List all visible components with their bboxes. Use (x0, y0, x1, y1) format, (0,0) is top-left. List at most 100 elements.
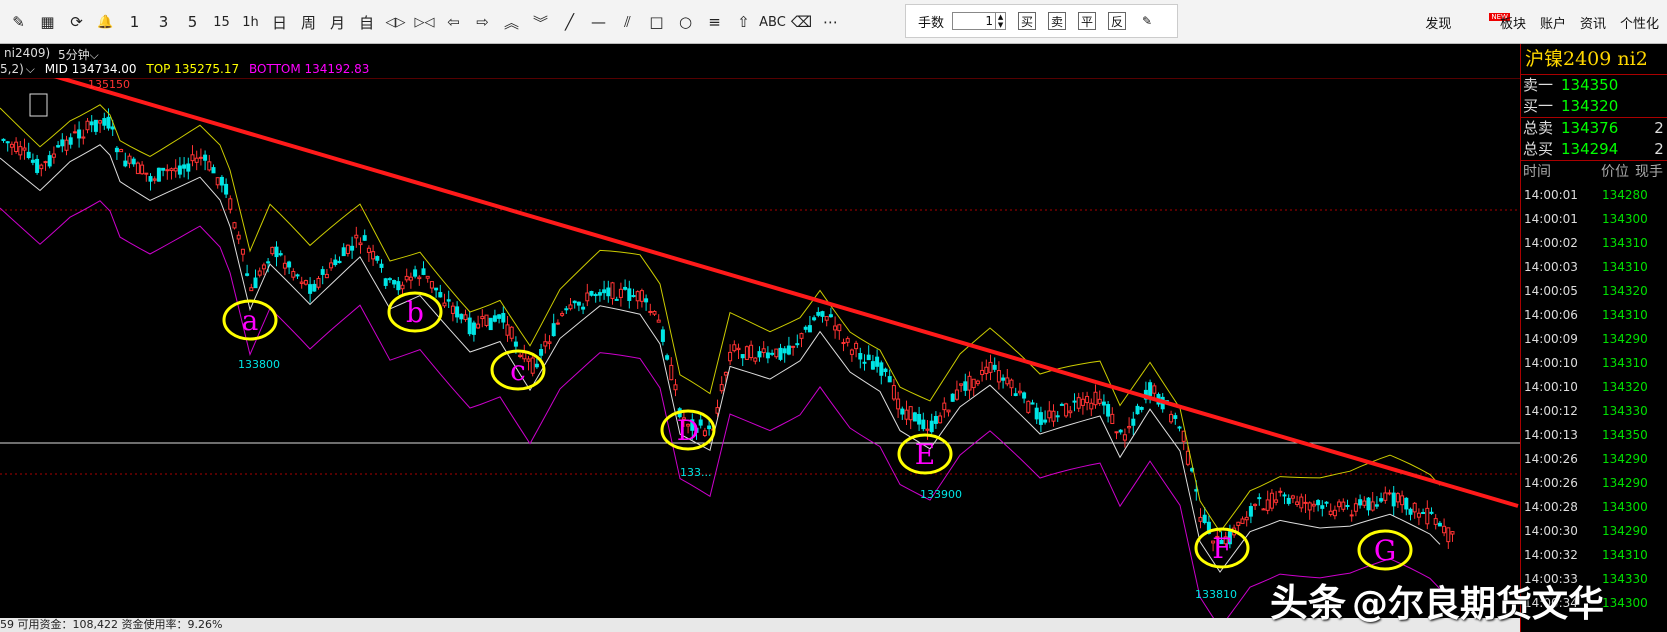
candle-body (1118, 429, 1123, 433)
candle-body (429, 281, 434, 289)
bell-icon[interactable]: 🔔 (91, 8, 120, 36)
period-week[interactable]: 周 (294, 8, 323, 36)
period-3[interactable]: 3 (149, 8, 178, 36)
candle-body (560, 313, 565, 316)
candle-body (182, 164, 187, 169)
tick-time: 14:00:28 (1524, 500, 1578, 514)
eraser-icon[interactable]: ⌫ (787, 8, 816, 36)
ellipse-tool-icon[interactable]: ○ (671, 8, 700, 36)
candle-body (257, 270, 262, 276)
candle-body (425, 275, 430, 279)
candle-body (1240, 518, 1245, 524)
candle-body (102, 118, 107, 126)
high-price-label: 135150 (88, 78, 130, 91)
candle-body (942, 402, 947, 411)
draw-tool-icon[interactable]: ✎ (4, 8, 33, 36)
candle-body (1328, 510, 1333, 516)
candle-body (954, 389, 959, 400)
tick-row: 14:00:05 134320 (1521, 279, 1667, 303)
candle-body (1038, 412, 1043, 425)
candle-body (387, 278, 392, 281)
close-position-button[interactable]: 平 (1078, 12, 1097, 30)
qty-spinner[interactable]: ▲ ▼ (996, 12, 1007, 30)
tick-header: 时间 价位 现手 (1521, 160, 1667, 183)
period-1h[interactable]: 1h (236, 8, 265, 36)
menu-account[interactable]: 账户 (1540, 13, 1566, 32)
menu-discover[interactable]: 发现 NEW (1411, 12, 1510, 32)
rect-tool-icon[interactable]: □ (642, 8, 671, 36)
forward-icon[interactable]: ⇨ (468, 8, 497, 36)
arrow-tool-icon[interactable]: ⇧ (729, 8, 758, 36)
low-e-price-label: 133900 (920, 488, 962, 501)
candle-body (1387, 492, 1392, 495)
tick-list[interactable]: 14:00:01 134280 14:00:01 134300 14:00:02 1343… (1521, 183, 1667, 615)
chevron-down-icon[interactable]: ⌵ (26, 62, 35, 76)
total-buy-extra: 2 (1654, 140, 1664, 158)
candle-body (883, 368, 888, 373)
more-icon[interactable]: ⋯ (816, 8, 845, 36)
candle-body (845, 338, 850, 343)
up-icon[interactable]: ︽ (497, 8, 526, 36)
candle-body (812, 317, 817, 321)
tick-time: 14:00:06 (1524, 308, 1578, 322)
refresh-icon[interactable]: ⟳ (62, 8, 91, 36)
quote-panel: 沪镍2409 ni2 卖一 134350 买一 134320 总卖 134376 2 总… (1520, 44, 1667, 632)
candle-body (18, 146, 23, 156)
period-month[interactable]: 月 (323, 8, 352, 36)
line-tool-icon[interactable]: ╱ (555, 8, 584, 36)
candle-body (1013, 393, 1018, 397)
candle-body (1324, 501, 1329, 504)
tick-price: 134310 (1602, 548, 1648, 562)
candle-body (774, 348, 779, 358)
candle-body (1202, 514, 1207, 524)
pen-icon[interactable]: ✎ (1138, 12, 1156, 30)
candles (1, 108, 1455, 552)
candle-body (1185, 450, 1190, 465)
candle-body (602, 289, 607, 294)
menu-personalize[interactable]: 个性化 (1620, 13, 1659, 32)
hline-tool-icon[interactable]: — (584, 8, 613, 36)
tick-time: 14:00:05 (1524, 284, 1578, 298)
menu-news[interactable]: 资讯 (1580, 13, 1606, 32)
candle-body (1148, 382, 1153, 397)
candle-body (1017, 390, 1022, 394)
down-icon[interactable]: ︾ (526, 8, 555, 36)
zoom-in-icon[interactable]: ◁▷ (381, 8, 410, 36)
candle-body (1353, 503, 1358, 512)
parallel-tool-icon[interactable]: ⫽ (613, 8, 642, 36)
candle-body (841, 342, 846, 345)
back-icon[interactable]: ⇦ (439, 8, 468, 36)
candlestick-chart[interactable]: a b c D E F G 135150 133800 133... 133900 1338… (0, 78, 1520, 618)
candle-body (1391, 492, 1396, 507)
marker-label: D (677, 414, 699, 447)
tick-time: 14:00:01 (1524, 188, 1578, 202)
period-day[interactable]: 日 (265, 8, 294, 36)
buy-button[interactable]: 买 (1018, 12, 1037, 30)
candle-body (488, 317, 493, 331)
candle-body (98, 120, 103, 124)
layout-icon[interactable]: ▦ (33, 8, 62, 36)
period-15[interactable]: 15 (207, 8, 236, 36)
tick-price: 134300 (1602, 212, 1648, 226)
period-1[interactable]: 1 (120, 8, 149, 36)
period-custom[interactable]: 自 (352, 8, 381, 36)
candle-body (791, 345, 796, 348)
downtrend-line (53, 78, 1519, 508)
candle-body (980, 369, 985, 375)
period-5[interactable]: 5 (178, 8, 207, 36)
tick-price: 134290 (1602, 524, 1648, 538)
tick-row: 14:00:01 134280 (1521, 183, 1667, 207)
candle-body (551, 323, 556, 337)
period-select[interactable]: 5分钟⌵ (58, 46, 99, 63)
text-tool-icon[interactable]: ABC (758, 8, 787, 36)
fib-tool-icon[interactable]: ≡ (700, 8, 729, 36)
candle-body (1244, 516, 1249, 521)
sell-button[interactable]: 卖 (1048, 12, 1067, 30)
candle-body (1290, 495, 1295, 499)
qty-input[interactable]: 1 (952, 12, 997, 30)
candle-body (585, 292, 590, 302)
menu-sector[interactable]: 板块 (1500, 13, 1526, 32)
zoom-out-icon[interactable]: ▷◁ (410, 8, 439, 36)
reverse-button[interactable]: 反 (1108, 12, 1127, 30)
candle-body (467, 317, 472, 335)
